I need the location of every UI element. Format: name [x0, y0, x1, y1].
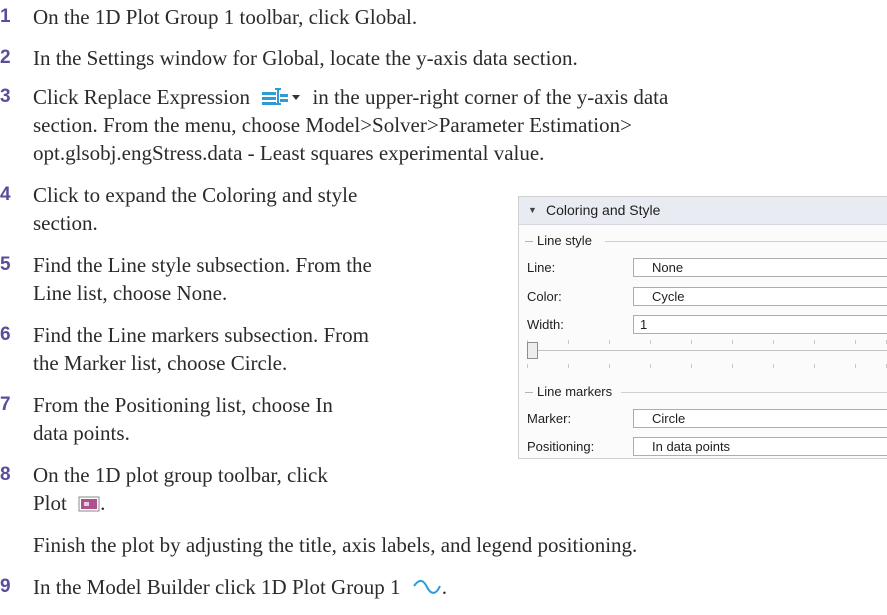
- step-number: 2: [0, 47, 11, 68]
- step-number: 7: [0, 394, 11, 415]
- step-text: the Marker list, choose Circle.: [33, 351, 288, 375]
- step-number: 4: [0, 184, 11, 205]
- step-number: 1: [0, 6, 11, 27]
- positioning-select[interactable]: In data points: [633, 437, 887, 456]
- line-select[interactable]: None: [633, 258, 887, 277]
- width-label: Width:: [527, 317, 564, 332]
- step-number: 9: [0, 576, 11, 597]
- marker-label: Marker:: [527, 411, 572, 426]
- step-text: Finish the plot by adjusting the title, …: [33, 533, 638, 557]
- coloring-style-panel-lower: Line markers Marker: Circle Positioning:…: [518, 384, 887, 459]
- slider-ticks-bottom: [527, 364, 887, 368]
- color-label: Color:: [527, 289, 562, 304]
- step-number: 3: [0, 86, 11, 107]
- line-label: Line:: [527, 260, 556, 275]
- step-text: in the upper-right corner of the y-axis …: [312, 85, 669, 109]
- step-text: In the Model Builder click 1D Plot Group…: [33, 575, 401, 599]
- step-number: 6: [0, 324, 11, 345]
- plot-icon: [78, 491, 100, 519]
- 1d-plot-group-icon: [412, 575, 442, 603]
- marker-select[interactable]: Circle: [633, 409, 887, 428]
- slider-ticks: [527, 340, 887, 344]
- step-text: data points.: [33, 421, 130, 445]
- step-text: On the 1D plot group toolbar, click: [33, 463, 328, 487]
- positioning-label: Positioning:: [527, 439, 595, 454]
- step-text: On the 1D Plot Group 1 toolbar, click Gl…: [33, 5, 418, 29]
- step-text: opt.glsobj.engStress.data - Least square…: [33, 141, 545, 165]
- color-select[interactable]: Cycle: [633, 287, 887, 306]
- step-text: Find the Line style subsection. From the: [33, 253, 372, 277]
- collapse-triangle-icon[interactable]: ▼: [528, 205, 537, 215]
- subsection-label: Line style: [537, 233, 596, 248]
- step-text: Click Replace Expression: [33, 85, 250, 109]
- subsection-label: Line markers: [537, 384, 617, 399]
- step-text: Click to expand the Coloring and style: [33, 183, 358, 207]
- step-text: Plot: [33, 491, 67, 515]
- coloring-style-panel: ▼ Coloring and Style Line style Line: No…: [518, 196, 887, 386]
- step-text: In the Settings window for Global, locat…: [33, 46, 578, 70]
- width-slider-track[interactable]: [538, 350, 887, 351]
- step-text: From the Positioning list, choose In: [33, 393, 333, 417]
- step-text: Find the Line markers subsection. From: [33, 323, 369, 347]
- step-text: section.: [33, 211, 98, 235]
- section-header[interactable]: ▼ Coloring and Style: [519, 197, 887, 225]
- replace-expression-icon: [261, 85, 303, 113]
- line-markers-subsection: Line markers: [519, 384, 887, 400]
- section-title: Coloring and Style: [546, 202, 661, 218]
- line-style-subsection: Line style: [519, 233, 887, 249]
- step-text: Line list, choose None.: [33, 281, 228, 305]
- step-number: 8: [0, 464, 11, 485]
- width-slider-thumb[interactable]: [527, 342, 538, 359]
- step-text: section. From the menu, choose Model>Sol…: [33, 113, 632, 137]
- step-number: 5: [0, 254, 11, 275]
- width-input[interactable]: 1: [633, 315, 887, 334]
